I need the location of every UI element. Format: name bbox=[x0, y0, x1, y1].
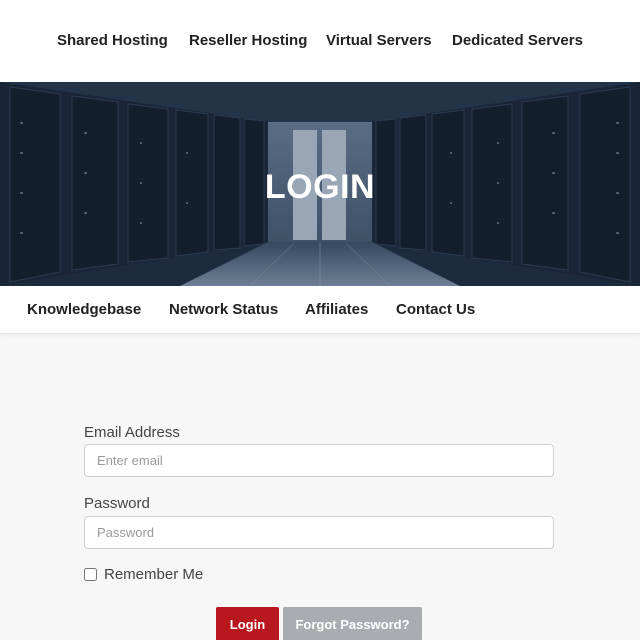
nav-virtual-servers[interactable]: Virtual Servers bbox=[326, 32, 432, 49]
remember-me: Remember Me bbox=[84, 566, 203, 583]
nav-shared-hosting[interactable]: Shared Hosting bbox=[57, 32, 168, 49]
nav-affiliates[interactable]: Affiliates bbox=[305, 301, 368, 318]
password-field[interactable] bbox=[84, 516, 554, 549]
nav-network-status[interactable]: Network Status bbox=[169, 301, 278, 318]
nav-knowledgebase[interactable]: Knowledgebase bbox=[27, 301, 141, 318]
password-label: Password bbox=[84, 495, 150, 512]
nav-dedicated-servers[interactable]: Dedicated Servers bbox=[452, 32, 583, 49]
secondary-nav: Knowledgebase Network Status Affiliates … bbox=[0, 286, 640, 334]
page-title: LOGIN bbox=[264, 168, 376, 206]
nav-contact-us[interactable]: Contact Us bbox=[396, 301, 475, 318]
email-field[interactable] bbox=[84, 444, 554, 477]
login-button[interactable]: Login bbox=[216, 607, 279, 640]
forgot-password-button[interactable]: Forgot Password? bbox=[283, 607, 422, 640]
remember-me-checkbox[interactable] bbox=[84, 568, 97, 581]
top-nav: Shared Hosting Reseller Hosting Virtual … bbox=[0, 0, 640, 82]
nav-reseller-hosting[interactable]: Reseller Hosting bbox=[189, 32, 307, 49]
email-label: Email Address bbox=[84, 424, 180, 441]
hero-banner: LOGIN bbox=[0, 82, 640, 286]
remember-me-label: Remember Me bbox=[104, 566, 204, 583]
